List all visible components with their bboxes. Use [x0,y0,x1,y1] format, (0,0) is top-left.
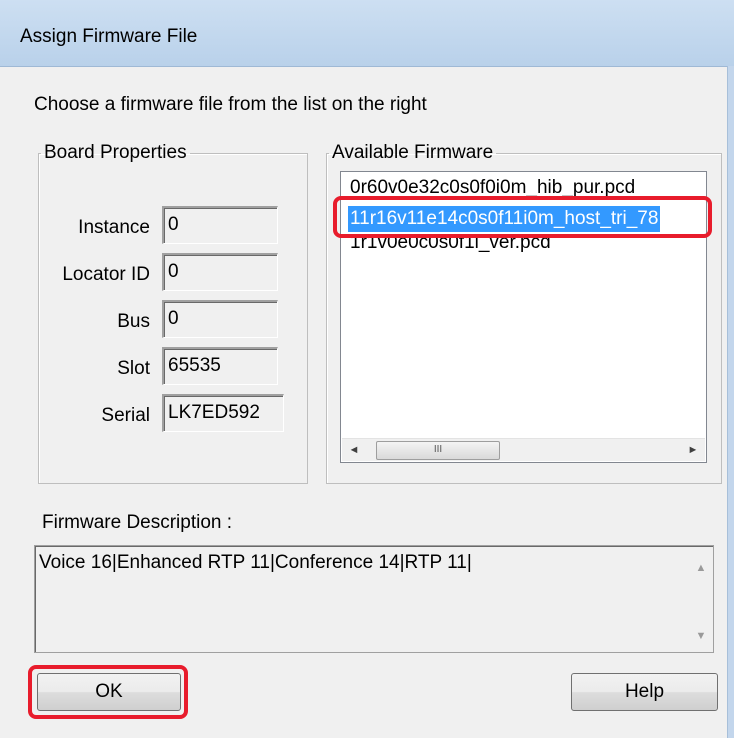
scrollbar-thumb[interactable]: III [376,441,500,460]
instruction-text: Choose a firmware file from the list on … [34,94,427,115]
serial-field[interactable]: LK7ED592 [162,394,284,432]
firmware-list-item-selected[interactable]: 11r16v11e14c0s0f11i0m_host_tri_78 [348,206,661,232]
firmware-description-label: Firmware Description : [42,512,233,533]
title-bar: Assign Firmware File [0,0,734,67]
locator-id-label: Locator ID [62,264,150,285]
scroll-right-icon[interactable]: ► [683,439,703,461]
instance-field[interactable]: 0 [162,206,278,244]
firmware-description-box: Voice 16|Enhanced RTP 11|Conference 14|R… [34,545,714,653]
scroll-left-icon[interactable]: ◄ [344,439,364,461]
instance-label: Instance [78,217,150,238]
slot-field[interactable]: 65535 [162,347,278,385]
serial-label: Serial [101,405,150,426]
window-title: Assign Firmware File [20,26,198,47]
bus-field[interactable]: 0 [162,300,278,338]
bus-label: Bus [117,311,150,332]
locator-id-field[interactable]: 0 [162,253,278,291]
window-frame-right [727,66,734,738]
ok-button[interactable]: OK [37,673,181,711]
horizontal-scrollbar[interactable]: ◄ III ► [342,438,705,461]
scroll-down-icon[interactable]: ▼ [690,625,712,647]
firmware-description-text: Voice 16|Enhanced RTP 11|Conference 14|R… [39,552,472,573]
scroll-up-icon[interactable]: ▲ [690,557,712,579]
board-properties-legend: Board Properties [44,142,187,163]
firmware-list-item[interactable]: 0r60v0e32c0s0f0i0m_hib_pur.pcd [348,175,637,201]
slot-label: Slot [117,358,150,379]
help-button[interactable]: Help [571,673,718,711]
firmware-listbox[interactable]: 0r60v0e32c0s0f0i0m_hib_pur.pcd 11r16v11e… [340,171,707,463]
firmware-list-item[interactable]: 1r1v0e0c0s0f1i_ver.pcd [348,230,553,256]
available-firmware-legend: Available Firmware [332,142,494,163]
vertical-scrollbar[interactable]: ▲ ▼ [690,547,712,651]
